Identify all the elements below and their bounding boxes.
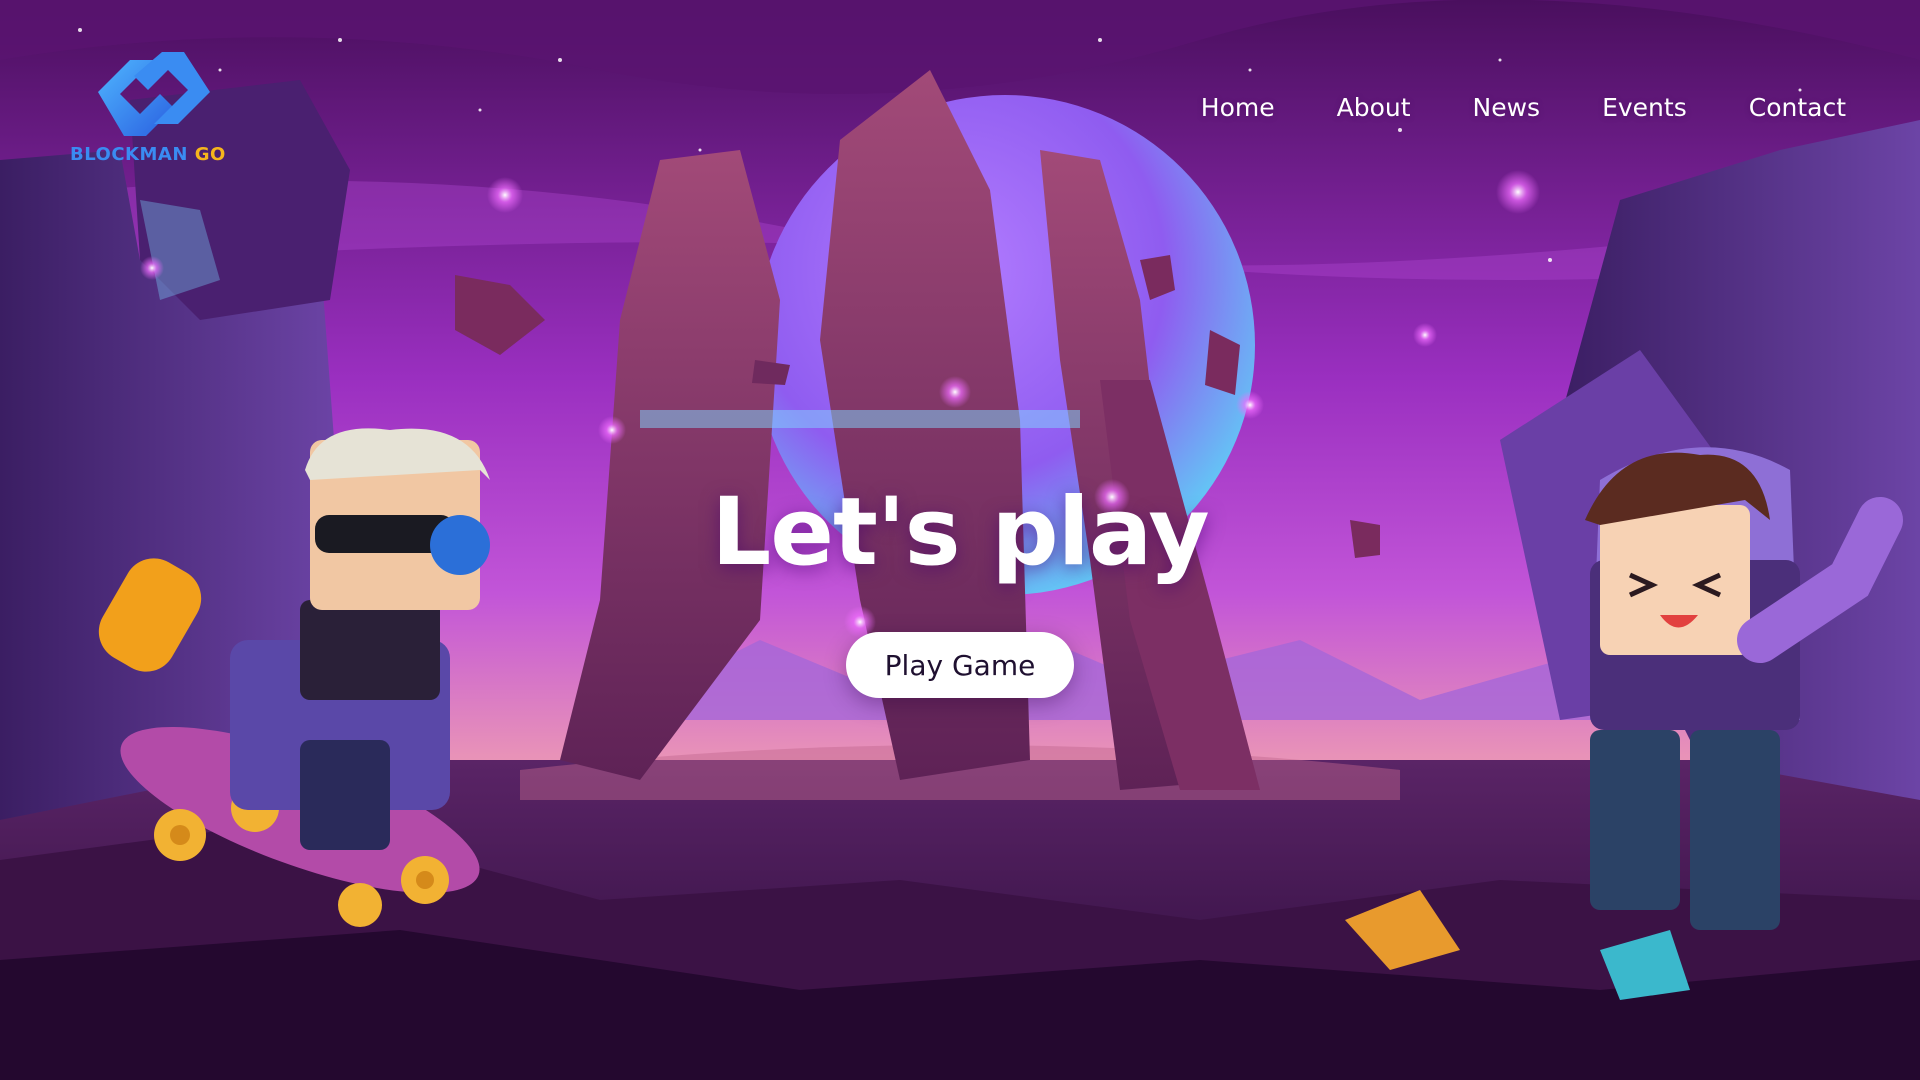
brand-suffix: GO (194, 144, 226, 165)
hero-section: BLOCKMAN GO Home About News Events Conta… (0, 0, 1920, 1080)
nav-item-home[interactable]: Home (1201, 93, 1275, 122)
nav-item-about[interactable]: About (1337, 93, 1411, 122)
brand-logo[interactable]: BLOCKMAN GO (68, 52, 238, 167)
blockman-go-logo-icon (98, 52, 210, 136)
brand-name: BLOCKMAN (70, 144, 188, 165)
brand-wordmark: BLOCKMAN GO (70, 144, 226, 165)
hero-headline: Let's play (711, 478, 1209, 587)
nav-item-events[interactable]: Events (1602, 93, 1687, 122)
main-nav: Home About News Events Contact (1139, 93, 1846, 122)
nav-item-contact[interactable]: Contact (1749, 93, 1846, 122)
nav-item-news[interactable]: News (1473, 93, 1541, 122)
play-game-button[interactable]: Play Game (846, 632, 1074, 698)
